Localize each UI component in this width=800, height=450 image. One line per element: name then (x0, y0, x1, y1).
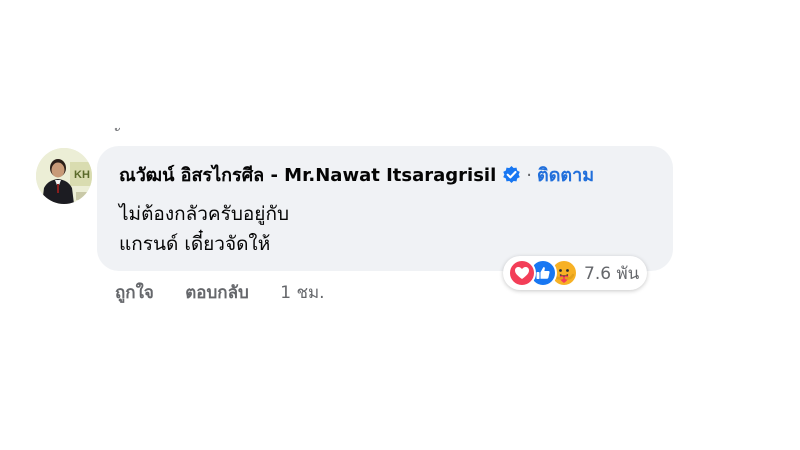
separator-dot: · (526, 165, 533, 186)
comment-header: ณวัฒน์ อิสรไกรศีล - Mr.Nawat Itsaragrisi… (119, 164, 594, 191)
comment-screenshot: ั KH ณวัฒน์ อิสรไกรศีล - Mr.Nawat Itsara… (0, 0, 800, 450)
verified-badge-icon (502, 165, 521, 191)
reaction-count: 7.6 พัน (584, 263, 640, 284)
comment-text-line: แกรนด์ เดี๋ยวจัดให้ (119, 233, 271, 255)
follow-button[interactable]: ติดตาม (537, 165, 594, 186)
reply-button[interactable]: ตอบกลับ (185, 281, 249, 305)
comment-bubble: ณวัฒน์ อิสรไกรศีล - Mr.Nawat Itsaragrisi… (97, 146, 673, 271)
love-reaction-icon (508, 259, 536, 287)
svg-text:KH: KH (74, 169, 90, 181)
like-button[interactable]: ถูกใจ (115, 281, 154, 305)
avatar[interactable]: KH (36, 148, 92, 204)
comment-text-line: ไม่ต้องกลัวครับอยู่กับ (119, 203, 290, 225)
comment-timestamp[interactable]: 1 ชม. (280, 281, 324, 305)
comment-actions: ถูกใจ ตอบกลับ 1 ชม. (115, 281, 325, 305)
reactions-summary[interactable]: 7.6 พัน (503, 256, 648, 290)
comment-text: ไม่ต้องกลัวครับอยู่กับ แกรนด์ เดี๋ยวจัดใ… (119, 199, 639, 259)
author-name[interactable]: ณวัฒน์ อิสรไกรศีล - Mr.Nawat Itsaragrisi… (119, 165, 496, 186)
